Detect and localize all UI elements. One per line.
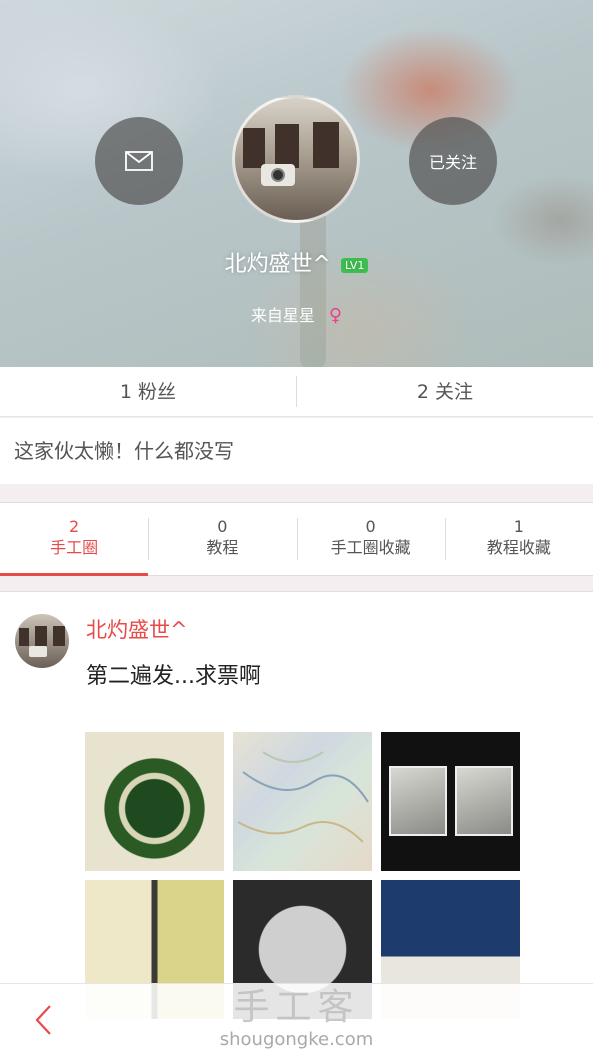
tab-count: 2: [69, 517, 80, 536]
post-author-avatar[interactable]: [15, 614, 69, 668]
following-count[interactable]: 2 关注: [297, 367, 593, 416]
profile-avatar[interactable]: [232, 95, 360, 223]
site-watermark: 手工客 shougongke.com: [0, 984, 593, 1050]
tab-count: 0: [365, 517, 376, 536]
profile-tabs: 2 手工圈 0 教程 0 手工圈收藏 1 教程收藏: [0, 502, 593, 576]
post-image-thumbnail[interactable]: [381, 732, 520, 871]
tab-handcraft-circle[interactable]: 2 手工圈: [0, 503, 149, 576]
profile-username-row: 北灼盛世^ LV1: [0, 246, 593, 278]
level-badge: LV1: [340, 257, 369, 273]
tab-label: 教程: [206, 538, 239, 557]
tab-tutorial-favorites[interactable]: 1 教程收藏: [444, 503, 593, 575]
tab-circle-favorites[interactable]: 0 手工圈收藏: [296, 503, 445, 575]
profile-location: 来自星星: [250, 306, 315, 325]
profile-header: 已关注 北灼盛世^ LV1 来自星星 ♀: [0, 0, 593, 367]
gender-female-icon: ♀: [328, 305, 343, 326]
profile-location-row: 来自星星 ♀: [0, 302, 593, 326]
stats-bar: 1 粉丝 2 关注: [0, 367, 593, 417]
post-text: 第二遍发...求票啊: [86, 664, 261, 689]
envelope-icon: [125, 151, 153, 171]
tab-count: 1: [513, 517, 524, 536]
tab-label: 教程收藏: [486, 538, 551, 557]
tab-label: 手工圈: [50, 538, 99, 557]
tab-tutorials[interactable]: 0 教程: [148, 503, 296, 575]
watermark-logo-text: 手工客: [233, 987, 360, 1028]
follow-status-button[interactable]: 已关注: [409, 117, 497, 205]
post-image-thumbnail[interactable]: [85, 732, 224, 871]
profile-username: 北灼盛世^: [224, 252, 331, 277]
post-author-name[interactable]: 北灼盛世^: [86, 614, 188, 644]
tab-label: 手工圈收藏: [330, 538, 411, 557]
profile-bio: 这家伙太懒！什么都没写: [0, 418, 593, 484]
bottom-nav-bar: 手工客 shougongke.com: [0, 983, 593, 1054]
fans-count[interactable]: 1 粉丝: [0, 367, 296, 416]
tab-count: 0: [217, 517, 228, 536]
message-button[interactable]: [95, 117, 183, 205]
watermark-url: shougongke.com: [219, 1029, 374, 1050]
post-image-thumbnail[interactable]: [233, 732, 372, 871]
